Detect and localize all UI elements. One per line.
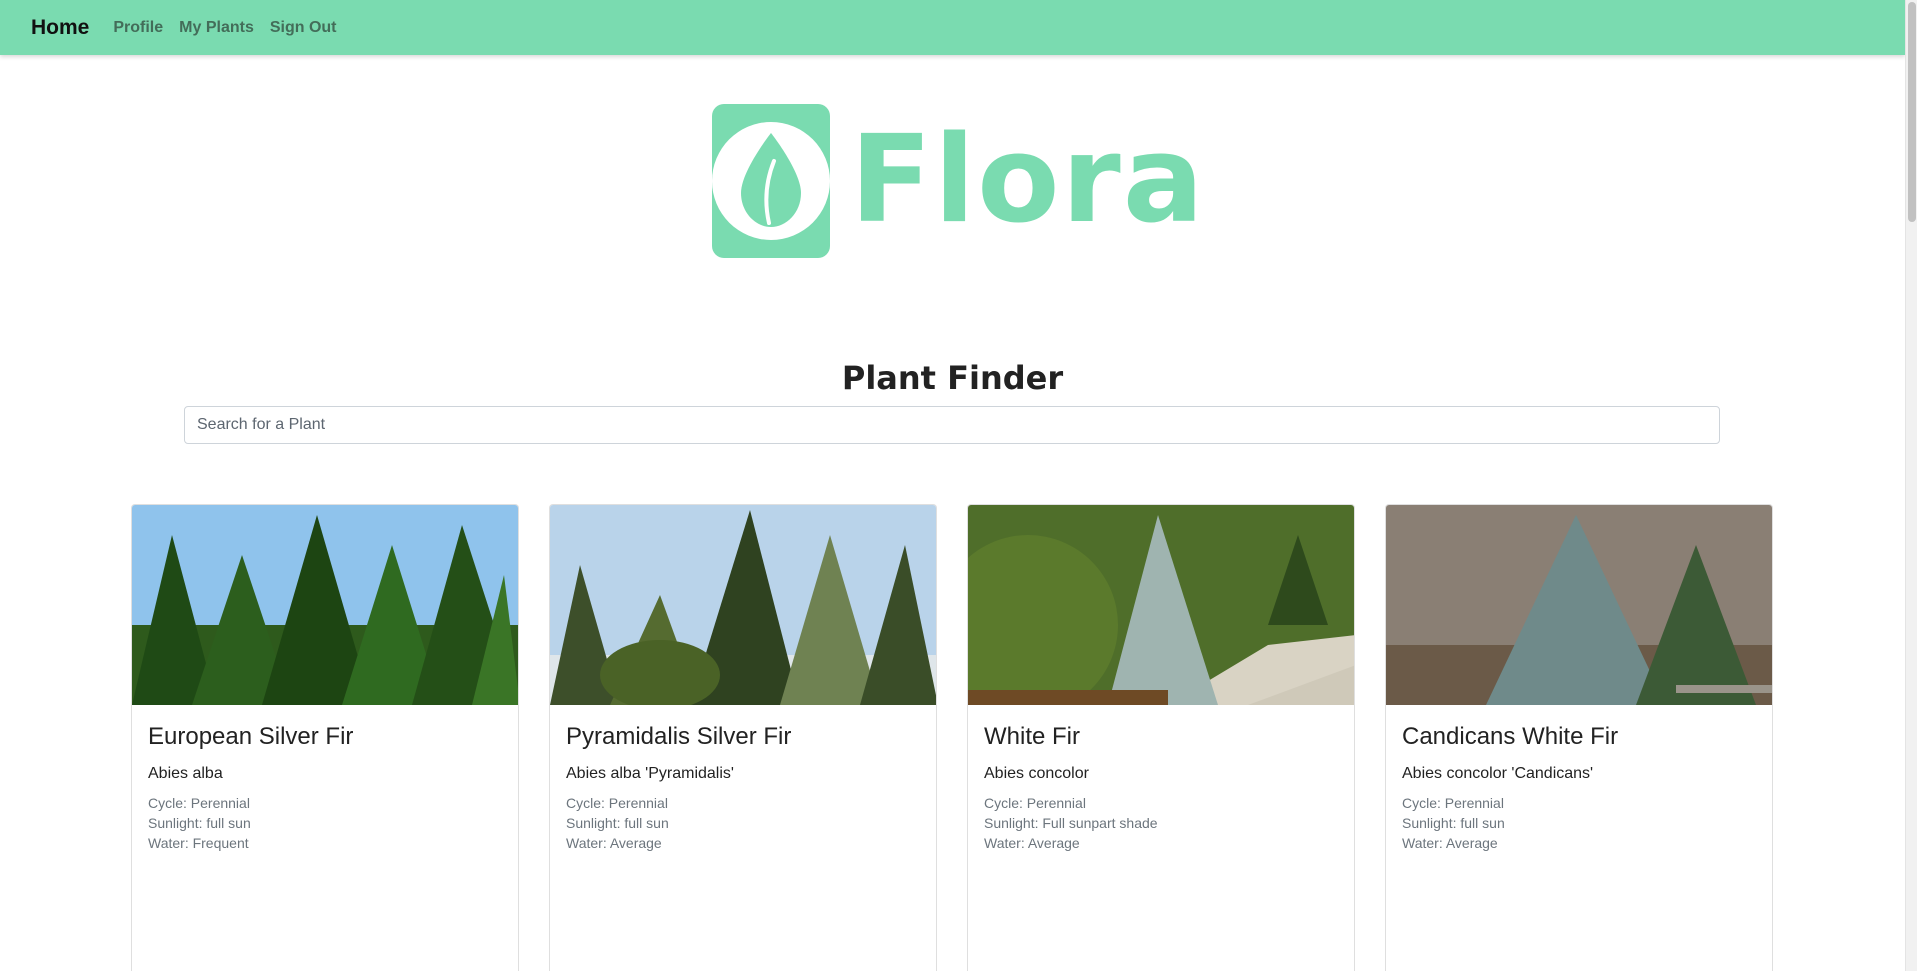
- scrollbar-thumb[interactable]: [1908, 2, 1916, 222]
- plant-search-input[interactable]: [184, 406, 1720, 444]
- plant-cycle: Cycle: Perennial: [148, 795, 250, 811]
- plant-image: [1386, 505, 1772, 705]
- plant-image: [550, 505, 936, 705]
- plant-name: European Silver Fir: [148, 723, 354, 750]
- plant-scientific-name: Abies alba 'Pyramidalis': [566, 765, 734, 782]
- flora-logo: Flora: [712, 104, 1204, 258]
- plant-scientific-name: Abies alba: [148, 765, 223, 782]
- plant-water: Water: Average: [1402, 835, 1498, 851]
- top-navbar: Home Profile My Plants Sign Out: [0, 0, 1905, 55]
- page-scrollbar[interactable]: [1905, 0, 1917, 971]
- nav-my-plants-link[interactable]: My Plants: [179, 19, 254, 37]
- plant-cycle: Cycle: Perennial: [984, 795, 1086, 811]
- plant-sunlight: Sunlight: full sun: [566, 815, 669, 831]
- plant-card[interactable]: Candicans White Fir Abies concolor 'Cand…: [1385, 504, 1773, 971]
- plant-cycle: Cycle: Perennial: [1402, 795, 1504, 811]
- leaf-drop-icon: [712, 122, 830, 240]
- plant-scientific-name: Abies concolor: [984, 765, 1089, 782]
- plant-sunlight: Sunlight: Full sunpart shade: [984, 815, 1158, 831]
- plant-water: Water: Average: [984, 835, 1080, 851]
- plant-name: Pyramidalis Silver Fir: [566, 723, 792, 750]
- logo-mark: [712, 104, 830, 258]
- plant-cycle: Cycle: Perennial: [566, 795, 668, 811]
- nav-profile-link[interactable]: Profile: [113, 19, 163, 37]
- nav-sign-out-link[interactable]: Sign Out: [270, 19, 337, 37]
- plant-sunlight: Sunlight: full sun: [1402, 815, 1505, 831]
- plant-card[interactable]: White Fir Abies concolor Cycle: Perennia…: [967, 504, 1355, 971]
- plant-card[interactable]: Pyramidalis Silver Fir Abies alba 'Pyram…: [549, 504, 937, 971]
- plant-water: Water: Frequent: [148, 835, 249, 851]
- plant-name: Candicans White Fir: [1402, 723, 1619, 750]
- plant-sunlight: Sunlight: full sun: [148, 815, 251, 831]
- logo-wordmark: Flora: [850, 111, 1206, 250]
- plant-image: [132, 505, 518, 705]
- plant-water: Water: Average: [566, 835, 662, 851]
- plant-card-list: European Silver Fir Abies alba Cycle: Pe…: [131, 504, 1773, 971]
- page-title: Plant Finder: [841, 359, 1064, 397]
- plant-scientific-name: Abies concolor 'Candicans': [1402, 765, 1594, 782]
- plant-name: White Fir: [984, 723, 1080, 750]
- nav-home-link[interactable]: Home: [31, 16, 89, 40]
- plant-card[interactable]: European Silver Fir Abies alba Cycle: Pe…: [131, 504, 519, 971]
- plant-image: [968, 505, 1354, 705]
